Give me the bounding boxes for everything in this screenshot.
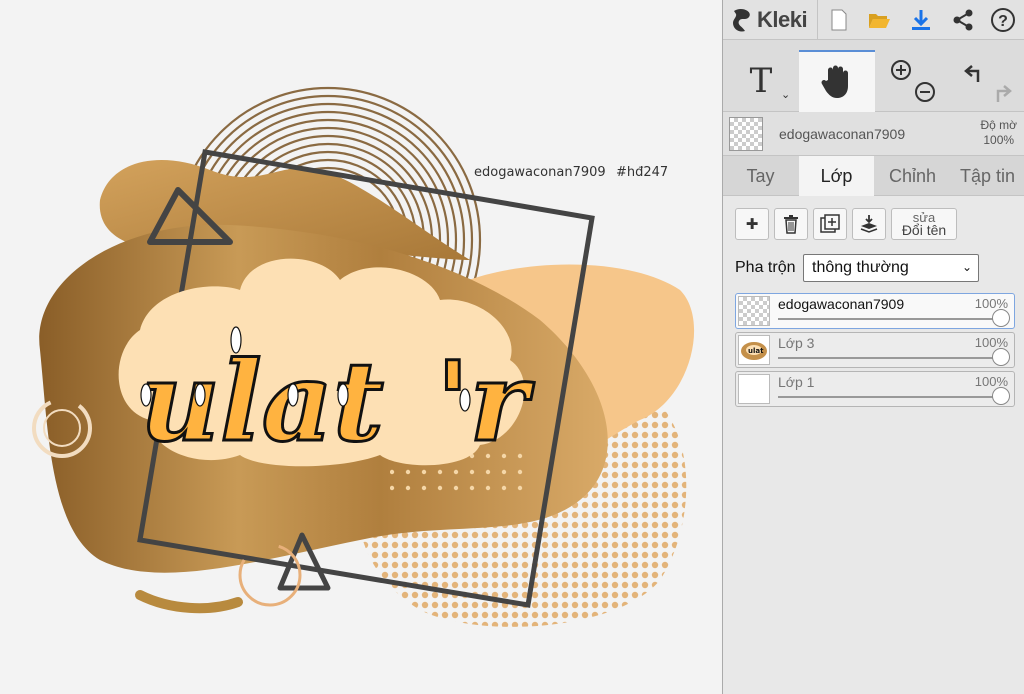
drawing-canvas[interactable]: ulat 'r edogawaconan7909 #hđ247 [0, 0, 722, 694]
help-icon: ? [991, 8, 1015, 32]
app-name: Kleki [757, 7, 808, 32]
artwork-hashtag: #hđ247 [616, 165, 668, 180]
layer-item-lop-3[interactable]: ulat Lớp 3 100% [735, 332, 1015, 368]
svg-text:'r: 'r [436, 337, 535, 466]
undo-redo-tools [951, 50, 1024, 112]
share-icon [953, 9, 973, 31]
text-tool-button[interactable]: T ⌄ [723, 50, 799, 112]
opacity-slider-knob[interactable] [992, 309, 1010, 327]
delete-layer-button[interactable] [774, 208, 808, 240]
opacity-label: Độ mờ [980, 118, 1017, 132]
opacity-slider-knob[interactable] [992, 387, 1010, 405]
tab-edit[interactable]: Chỉnh [875, 156, 950, 196]
trash-icon [784, 215, 798, 234]
zoom-tools [875, 50, 951, 112]
tool-row: T ⌄ [723, 50, 1024, 112]
layers-panel: ✚ sửa Đổi tên Pha trộn thông thường ⌄ ed… [723, 196, 1024, 694]
tab-brush[interactable]: Tay [723, 156, 798, 196]
hand-tool-button[interactable] [799, 50, 875, 112]
duplicate-icon [820, 214, 840, 233]
merge-down-button[interactable] [852, 208, 886, 240]
current-layer-opacity: Độ mờ 100% [980, 118, 1017, 148]
toolbar-divider [817, 0, 818, 40]
layer-name: Lớp 1 [778, 374, 815, 390]
current-layer-preview: edogawaconan7909 Độ mờ 100% [723, 112, 1024, 156]
kleki-app: ulat 'r edogawaconan7909 #hđ247 Kleki ? … [0, 0, 1024, 694]
new-file-icon [831, 9, 847, 31]
duplicate-layer-button[interactable] [813, 208, 847, 240]
layer-thumbnail [738, 296, 770, 326]
layer-thumbnail [738, 374, 770, 404]
zoom-in-icon[interactable] [891, 60, 911, 80]
blend-mode-label: Pha trộn [735, 259, 796, 276]
help-button[interactable]: ? [987, 4, 1019, 36]
open-button[interactable] [863, 4, 895, 36]
opacity-slider-track[interactable] [778, 318, 1002, 320]
undo-icon[interactable] [964, 65, 980, 82]
layer-thumbnail: ulat [738, 335, 770, 365]
opacity-value: 100% [983, 133, 1015, 147]
top-toolbar: Kleki ? [723, 0, 1024, 40]
layer-item-lop-1[interactable]: Lớp 1 100% [735, 371, 1015, 407]
panel-tabs: Tay Lớp Chỉnh Tập tin [723, 156, 1024, 196]
chevron-down-icon: ⌄ [961, 260, 972, 274]
text-tool-icon: T [749, 61, 773, 101]
open-folder-icon [869, 14, 890, 28]
rename-label: Đổi tên [901, 222, 947, 238]
merge-down-icon [860, 215, 878, 233]
blend-mode-value: thông thường [812, 259, 909, 276]
hand-icon [821, 65, 848, 98]
opacity-slider-track[interactable] [778, 396, 1002, 398]
current-layer-name: edogawaconan7909 [779, 126, 906, 142]
chevron-down-icon[interactable]: ⌄ [781, 88, 790, 101]
svg-text:?: ? [998, 13, 1008, 30]
current-layer-thumbnail [729, 117, 763, 151]
opacity-slider-track[interactable] [778, 357, 1002, 359]
layer-name: Lớp 3 [778, 335, 815, 351]
download-icon [912, 10, 930, 30]
tab-file[interactable]: Tập tin [950, 156, 1024, 196]
blend-mode-select[interactable]: thông thường ⌄ [803, 254, 979, 282]
new-file-button[interactable] [823, 4, 855, 36]
svg-text:ulat: ulat [748, 347, 764, 355]
plus-icon: ✚ [745, 216, 759, 233]
layer-item-edogawaconan7909[interactable]: edogawaconan7909 100% [735, 293, 1015, 329]
tab-layers[interactable]: Lớp [799, 156, 874, 196]
artwork-watermark: edogawaconan7909 [474, 165, 606, 180]
kleki-logo: Kleki [731, 4, 808, 36]
redo-icon[interactable] [996, 85, 1012, 102]
sidebar: Kleki ? T ⌄ edogawaconan7909 Độ mờ 100% … [722, 0, 1024, 694]
add-layer-button[interactable]: ✚ [735, 208, 769, 240]
kleki-logo-icon [733, 8, 750, 32]
artwork-image: ulat 'r edogawaconan7909 #hđ247 [32, 86, 695, 627]
zoom-out-icon[interactable] [915, 82, 935, 102]
save-button[interactable] [905, 4, 937, 36]
layer-name: edogawaconan7909 [778, 296, 905, 312]
share-button[interactable] [947, 4, 979, 36]
opacity-slider-knob[interactable] [992, 348, 1010, 366]
rename-layer-button[interactable]: sửa Đổi tên [891, 208, 957, 240]
